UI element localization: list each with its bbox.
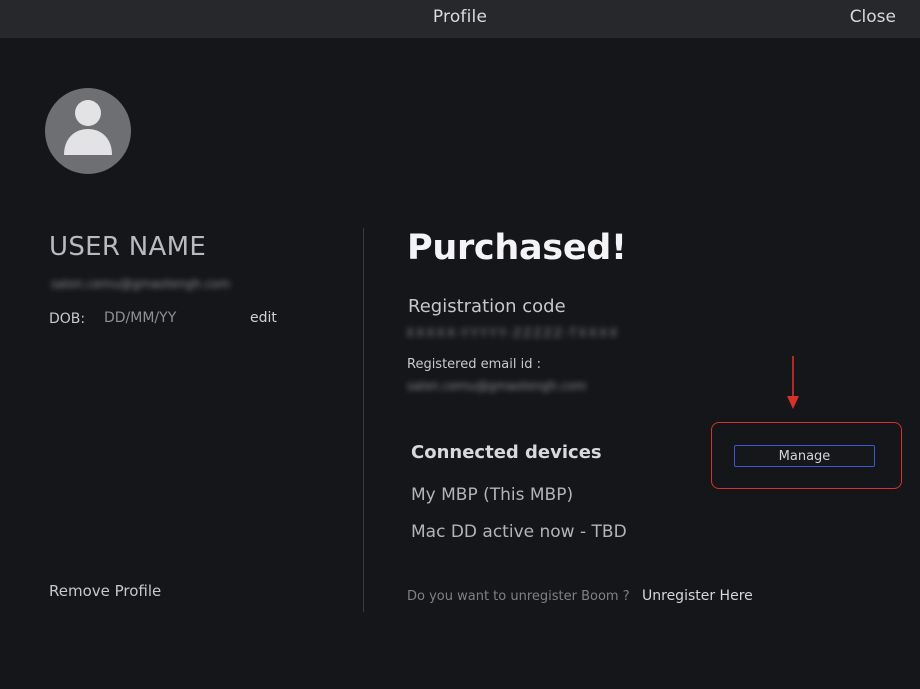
remove-profile-link[interactable]: Remove Profile [49,582,161,600]
registered-email-label: Registered email id : [407,357,541,372]
edit-dob-link[interactable]: edit [250,310,277,326]
dob-value: DD/MM/YY [104,310,177,326]
registration-code-label: Registration code [408,296,566,317]
device-item: My MBP (This MBP) [411,485,574,505]
annotation-arrow-down-icon [787,356,799,409]
connected-devices-heading: Connected devices [411,442,602,463]
registration-code-value: XXXXX-YYYYY-ZZZZZ-TXXXX [406,326,620,340]
unregister-link[interactable]: Unregister Here [642,588,753,604]
user-name: USER NAME [49,232,207,262]
vertical-divider [363,228,364,612]
avatar[interactable] [45,88,131,174]
window-title: Profile [432,7,488,27]
profile-window: Profile Close USER NAME salon.cemu@gmaot… [0,0,920,689]
title-bar: Profile Close [0,0,920,38]
close-button[interactable]: Close [850,7,896,27]
registered-email-value: salon.cemu@gmaotengh.com [407,379,587,393]
unregister-question: Do you want to unregister Boom ? [407,589,630,604]
user-silhouette-icon [64,100,112,155]
manage-devices-button[interactable]: Manage [734,445,875,467]
device-item: Mac DD active now - TBD [411,522,627,542]
purchase-status-heading: Purchased! [407,228,627,268]
user-email: salon.cemu@gmaotengh.com [51,277,231,291]
dob-label: DOB: [49,311,86,327]
